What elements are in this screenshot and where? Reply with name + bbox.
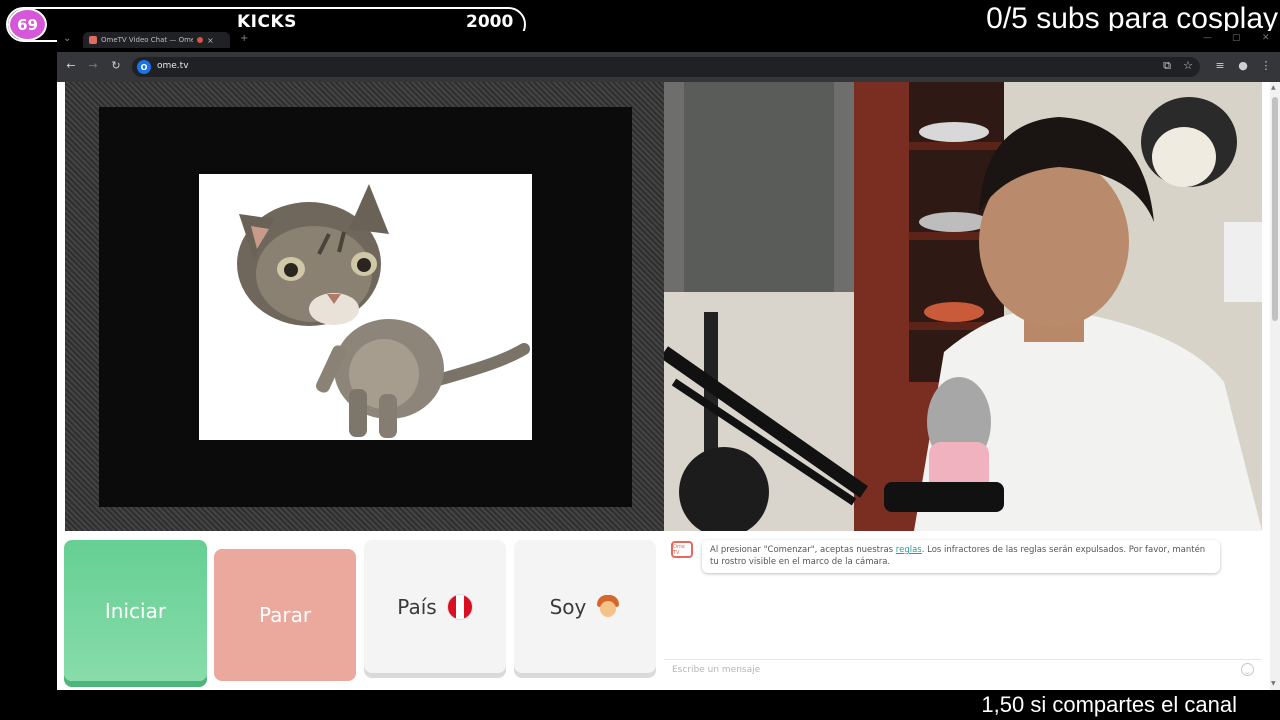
- menu-icon[interactable]: ⋮: [1259, 59, 1273, 72]
- scrollbar-thumb[interactable]: [1272, 97, 1278, 321]
- window-close-icon[interactable]: ✕: [1262, 33, 1270, 43]
- stop-button-label: Parar: [258, 603, 312, 627]
- tab-search-icon[interactable]: ⌄: [63, 33, 71, 44]
- extensions-icon[interactable]: ≡: [1213, 59, 1227, 72]
- chat-input-placeholder[interactable]: Escribe un mensaje: [672, 665, 760, 675]
- address-bar[interactable]: [132, 57, 1200, 77]
- tab-favicon-icon: [89, 36, 97, 44]
- peru-flag-icon: [446, 593, 473, 620]
- install-icon[interactable]: ⧉: [1160, 59, 1174, 73]
- tab-audio-icon[interactable]: [197, 37, 203, 43]
- gender-button-label: Soy: [549, 594, 587, 619]
- kicks-goal-value: 2000: [466, 12, 514, 32]
- ometv-logo-icon: Ome TV: [671, 541, 693, 558]
- back-icon[interactable]: ←: [64, 59, 78, 72]
- tab-title: OmeTV Video Chat — Ome: [101, 36, 193, 44]
- emoji-icon[interactable]: [1241, 663, 1254, 676]
- new-tab-button[interactable]: +: [240, 33, 248, 44]
- window-maximize-icon[interactable]: ▢: [1232, 33, 1241, 43]
- tab-close-icon[interactable]: ×: [207, 36, 214, 45]
- rules-link[interactable]: reglas: [896, 545, 922, 555]
- country-button[interactable]: País: [364, 540, 506, 673]
- gender-button[interactable]: Soy: [514, 540, 656, 673]
- start-button[interactable]: Iniciar: [64, 540, 207, 681]
- cat-image: [199, 174, 532, 440]
- scroll-down-icon[interactable]: ▼: [1271, 680, 1276, 687]
- site-info-icon[interactable]: O: [137, 60, 151, 74]
- rules-message: Al presionar "Comenzar", aceptas nuestra…: [702, 540, 1220, 573]
- stop-button[interactable]: Parar: [214, 549, 356, 681]
- start-button-label: Iniciar: [104, 598, 167, 623]
- share-note-text: 1,50 si compartes el canal: [981, 692, 1237, 717]
- my-camera-video: [664, 82, 1262, 531]
- kicks-count-badge: 69: [8, 8, 47, 41]
- reload-icon[interactable]: ↻: [109, 59, 123, 72]
- scroll-up-icon[interactable]: ▲: [1271, 84, 1276, 91]
- forward-icon[interactable]: →: [86, 59, 100, 72]
- window-minimize-icon[interactable]: —: [1203, 33, 1212, 43]
- rules-message-start: Al presionar "Comenzar", aceptas nuestra…: [710, 545, 896, 555]
- profile-icon[interactable]: ●: [1236, 59, 1250, 72]
- url-text[interactable]: ome.tv: [157, 61, 189, 71]
- country-button-label: País: [397, 594, 437, 619]
- boy-avatar-icon: [596, 594, 620, 619]
- browser-tab[interactable]: OmeTV Video Chat — Ome ×: [83, 32, 230, 48]
- kicks-label: KICKS: [237, 12, 297, 32]
- star-icon[interactable]: ☆: [1181, 59, 1195, 72]
